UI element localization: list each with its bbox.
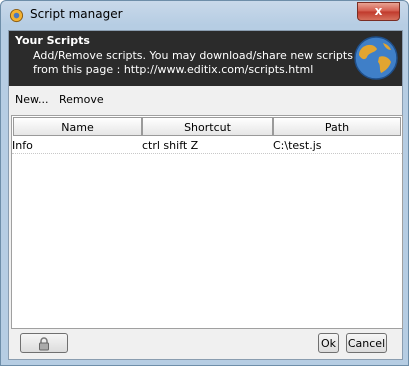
ok-button[interactable]: Ok bbox=[318, 333, 339, 353]
gear-icon bbox=[9, 8, 24, 23]
table-row[interactable] bbox=[12, 138, 402, 154]
window-title: Script manager bbox=[30, 7, 123, 21]
script-manager-window: Script manager x Your Scripts Add/Remove… bbox=[0, 0, 409, 366]
title-bar[interactable]: Script manager x bbox=[1, 1, 408, 30]
lock-icon bbox=[39, 337, 49, 351]
lock-button[interactable] bbox=[20, 333, 68, 353]
cancel-button[interactable]: Cancel bbox=[346, 333, 387, 353]
header-panel: Your Scripts Add/Remove scripts. You may… bbox=[9, 31, 402, 86]
cell-path[interactable]: C:\test.js bbox=[273, 139, 322, 152]
cell-shortcut[interactable]: ctrl shift Z bbox=[142, 139, 198, 152]
column-header-name[interactable]: Name bbox=[13, 117, 142, 136]
close-button[interactable]: x bbox=[357, 2, 400, 21]
column-header-shortcut[interactable]: Shortcut bbox=[142, 117, 273, 136]
column-header-path[interactable]: Path bbox=[273, 117, 401, 136]
dialog-body: Your Scripts Add/Remove scripts. You may… bbox=[8, 30, 403, 360]
cell-name[interactable]: Info bbox=[12, 139, 33, 152]
scripts-table: Name Shortcut Path Info ctrl shift Z C:\… bbox=[11, 115, 403, 329]
remove-script-button[interactable]: Remove bbox=[59, 93, 104, 106]
close-icon: x bbox=[374, 4, 383, 18]
header-title: Your Scripts bbox=[15, 34, 90, 47]
header-description: Add/Remove scripts. You may download/sha… bbox=[33, 49, 353, 76]
globe-icon bbox=[354, 36, 398, 80]
new-script-button[interactable]: New... bbox=[15, 93, 48, 106]
